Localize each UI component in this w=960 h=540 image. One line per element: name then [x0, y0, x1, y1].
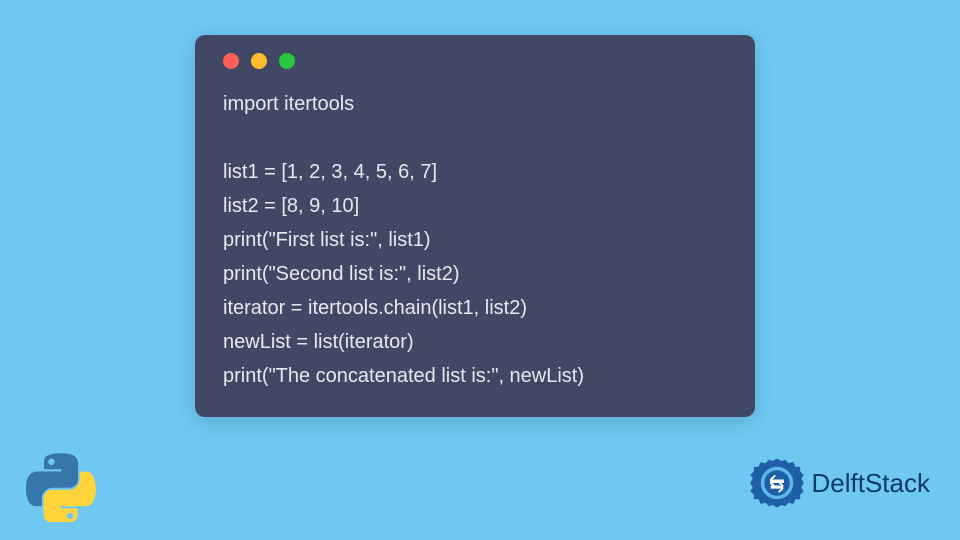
- python-logo-icon: [26, 452, 96, 522]
- code-window: import itertools list1 = [1, 2, 3, 4, 5,…: [195, 35, 755, 417]
- minimize-icon[interactable]: [251, 53, 267, 69]
- code-body: import itertools list1 = [1, 2, 3, 4, 5,…: [223, 87, 727, 393]
- code-line: iterator = itertools.chain(list1, list2): [223, 291, 727, 325]
- delftstack-logo: DelftStack: [748, 454, 931, 512]
- delftstack-icon: [748, 454, 806, 512]
- code-line: print("First list is:", list1): [223, 223, 727, 257]
- code-line: list1 = [1, 2, 3, 4, 5, 6, 7]: [223, 155, 727, 189]
- code-line: newList = list(iterator): [223, 325, 727, 359]
- delftstack-label: DelftStack: [812, 468, 931, 499]
- code-line: print("Second list is:", list2): [223, 257, 727, 291]
- code-line: print("The concatenated list is:", newLi…: [223, 359, 727, 393]
- code-line: import itertools: [223, 87, 727, 121]
- code-blank-line: [223, 121, 727, 155]
- code-line: list2 = [8, 9, 10]: [223, 189, 727, 223]
- close-icon[interactable]: [223, 53, 239, 69]
- window-controls: [223, 53, 727, 69]
- maximize-icon[interactable]: [279, 53, 295, 69]
